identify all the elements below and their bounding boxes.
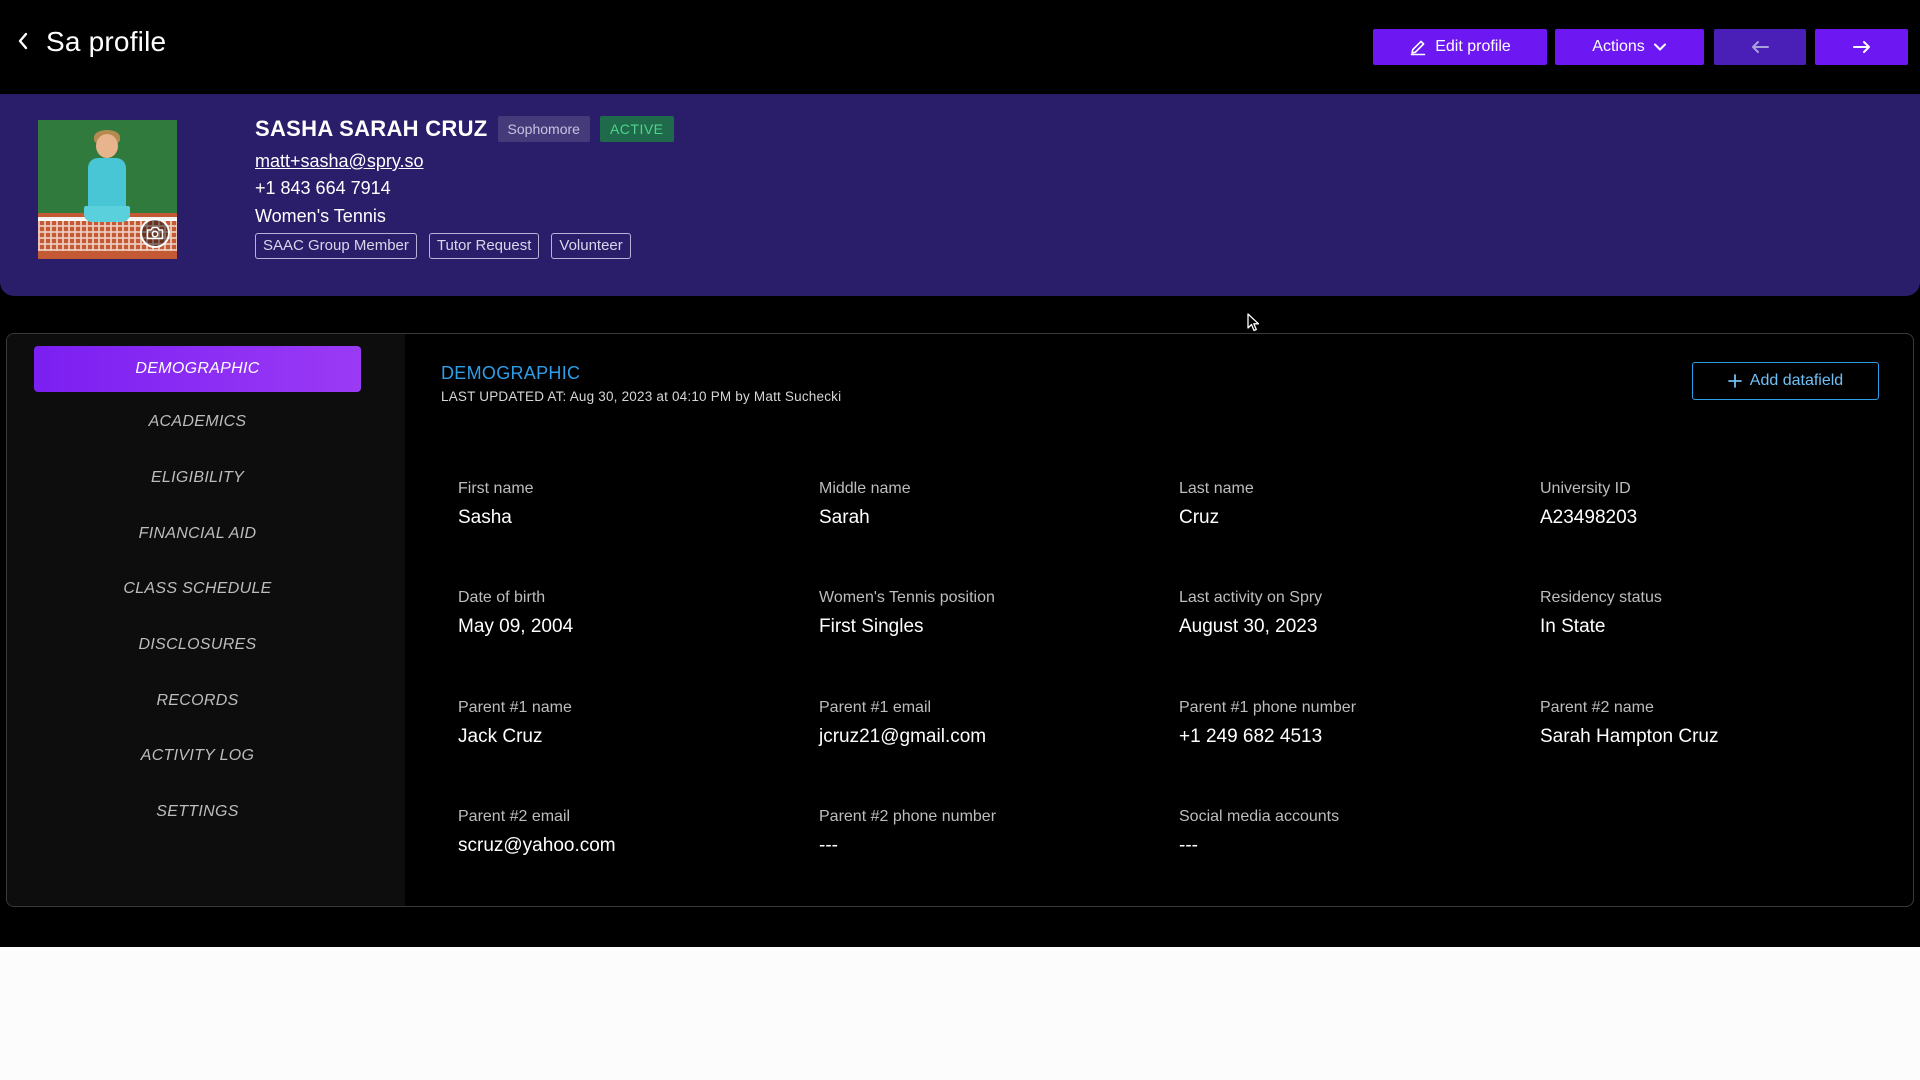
nav-eligibility[interactable]: ELIGIBILITY — [34, 455, 361, 501]
back-button[interactable] — [14, 30, 32, 52]
arrow-left-icon — [1752, 41, 1769, 53]
phone-number: +1 843 664 7914 — [255, 178, 391, 198]
field-value: Sasha — [458, 507, 512, 528]
arrow-right-icon — [1852, 41, 1870, 53]
field-university-id: University ID A23498203 — [1540, 479, 1637, 531]
field-date-of-birth: Date of birth May 09, 2004 — [458, 588, 573, 640]
edit-profile-label: Edit profile — [1435, 38, 1511, 55]
nav-academics[interactable]: ACADEMICS — [34, 399, 361, 445]
nav-disclosures[interactable]: DISCLOSURES — [34, 622, 361, 668]
camera-icon — [146, 226, 164, 240]
profile-info: SASHA SARAH CRUZ Sophomore ACTIVE matt+s… — [255, 114, 674, 259]
previous-profile-button[interactable] — [1714, 29, 1806, 65]
field-first-name: First name Sasha — [458, 479, 534, 531]
mouse-cursor-icon — [1247, 313, 1260, 332]
nav-demographic[interactable]: DEMOGRAPHIC — [34, 346, 361, 392]
nav-financial-aid[interactable]: FINANCIAL AID — [34, 511, 361, 557]
last-updated-text: LAST UPDATED AT: Aug 30, 2023 at 04:10 P… — [441, 389, 842, 404]
details-card: DEMOGRAPHIC ACADEMICS ELIGIBILITY FINANC… — [6, 333, 1914, 907]
nav-class-schedule[interactable]: CLASS SCHEDULE — [34, 566, 361, 612]
tag-saac-group-member: SAAC Group Member — [255, 233, 417, 259]
field-residency-status: Residency status In State — [1540, 588, 1662, 640]
field-label: University ID — [1540, 480, 1631, 497]
app-window: Sa profile Edit profile Actions SASHA SA… — [0, 0, 1920, 947]
class-year-badge: Sophomore — [497, 116, 590, 142]
field-value: In State — [1540, 616, 1606, 637]
next-profile-button[interactable] — [1815, 29, 1908, 65]
field-label: Residency status — [1540, 589, 1662, 606]
tag-volunteer: Volunteer — [551, 233, 631, 259]
nav-records[interactable]: RECORDS — [34, 678, 361, 724]
pencil-icon — [1410, 40, 1426, 56]
edit-profile-button[interactable]: Edit profile — [1373, 29, 1547, 65]
field-value: Cruz — [1179, 507, 1220, 528]
field-last-name: Last name Cruz — [1179, 479, 1254, 531]
field-parent2-email: Parent #2 email scruz@yahoo.com — [458, 807, 616, 859]
field-parent1-email: Parent #1 email jcruz21@gmail.com — [819, 698, 986, 750]
field-tennis-position: Women's Tennis position First Singles — [819, 588, 995, 640]
field-value: +1 249 682 4513 — [1179, 726, 1323, 747]
photo-player-body — [88, 158, 126, 210]
plus-icon — [1727, 374, 1742, 388]
student-name: SASHA SARAH CRUZ — [255, 116, 488, 141]
section-nav: DEMOGRAPHIC ACADEMICS ELIGIBILITY FINANC… — [7, 334, 405, 906]
field-label: Last name — [1179, 480, 1254, 497]
field-value: jcruz21@gmail.com — [819, 726, 987, 747]
demographic-panel: DEMOGRAPHIC LAST UPDATED AT: Aug 30, 202… — [405, 334, 1913, 906]
sport-team: Women's Tennis — [255, 206, 386, 226]
add-datafield-label: Add datafield — [1749, 372, 1844, 389]
field-value: --- — [819, 835, 838, 856]
field-parent2-phone: Parent #2 phone number --- — [819, 807, 996, 859]
field-label: Parent #1 email — [819, 699, 932, 716]
field-value: Sarah Hampton Cruz — [1540, 726, 1719, 747]
nav-settings[interactable]: SETTINGS — [34, 789, 361, 835]
profile-photo — [38, 120, 177, 259]
nav-activity-log[interactable]: ACTIVITY LOG — [34, 733, 361, 779]
field-value: August 30, 2023 — [1179, 616, 1318, 637]
photo-player-skirt — [84, 206, 130, 222]
field-label: Parent #2 name — [1540, 699, 1654, 716]
field-value: Sarah — [819, 507, 870, 528]
field-value: --- — [1179, 835, 1198, 856]
field-value: A23498203 — [1540, 507, 1638, 528]
field-social-media: Social media accounts --- — [1179, 807, 1339, 859]
tag-tutor-request: Tutor Request — [428, 233, 540, 259]
field-label: Last activity on Spry — [1179, 589, 1323, 606]
field-label: First name — [458, 480, 534, 497]
field-label: Parent #1 phone number — [1179, 699, 1357, 716]
field-parent2-name: Parent #2 name Sarah Hampton Cruz — [1540, 698, 1718, 750]
field-parent1-phone: Parent #1 phone number +1 249 682 4513 — [1179, 698, 1356, 750]
field-parent1-name: Parent #1 name Jack Cruz — [458, 698, 572, 750]
field-label: Parent #2 phone number — [819, 808, 997, 825]
status-badge: ACTIVE — [599, 116, 674, 142]
name-row: SASHA SARAH CRUZ Sophomore ACTIVE — [255, 114, 674, 144]
actions-label: Actions — [1592, 38, 1645, 55]
field-label: Parent #2 email — [458, 808, 571, 825]
field-label: Middle name — [819, 480, 911, 497]
field-value: scruz@yahoo.com — [458, 835, 616, 856]
field-last-activity: Last activity on Spry August 30, 2023 — [1179, 588, 1322, 640]
actions-dropdown[interactable]: Actions — [1555, 29, 1704, 65]
field-value: Jack Cruz — [458, 726, 543, 747]
field-label: Women's Tennis position — [819, 589, 995, 606]
field-label: Social media accounts — [1179, 808, 1340, 825]
field-value: First Singles — [819, 616, 924, 637]
field-value: May 09, 2004 — [458, 616, 574, 637]
section-title: DEMOGRAPHIC — [441, 363, 581, 383]
field-label: Date of birth — [458, 589, 546, 606]
field-label: Parent #1 name — [458, 699, 572, 716]
chevron-down-icon — [1653, 43, 1666, 51]
photo-player-head — [96, 134, 118, 158]
change-photo-button[interactable] — [140, 218, 170, 248]
chevron-left-icon — [18, 32, 28, 50]
add-datafield-button[interactable]: Add datafield — [1692, 362, 1879, 400]
profile-banner: SASHA SARAH CRUZ Sophomore ACTIVE matt+s… — [0, 94, 1920, 296]
page-title: Sa profile — [46, 26, 167, 57]
email-link[interactable]: matt+sasha@spry.so — [255, 148, 674, 174]
field-middle-name: Middle name Sarah — [819, 479, 911, 531]
page-header: Sa profile Edit profile Actions — [0, 0, 1920, 90]
tag-list: SAAC Group Member Tutor Request Voluntee… — [255, 233, 674, 259]
